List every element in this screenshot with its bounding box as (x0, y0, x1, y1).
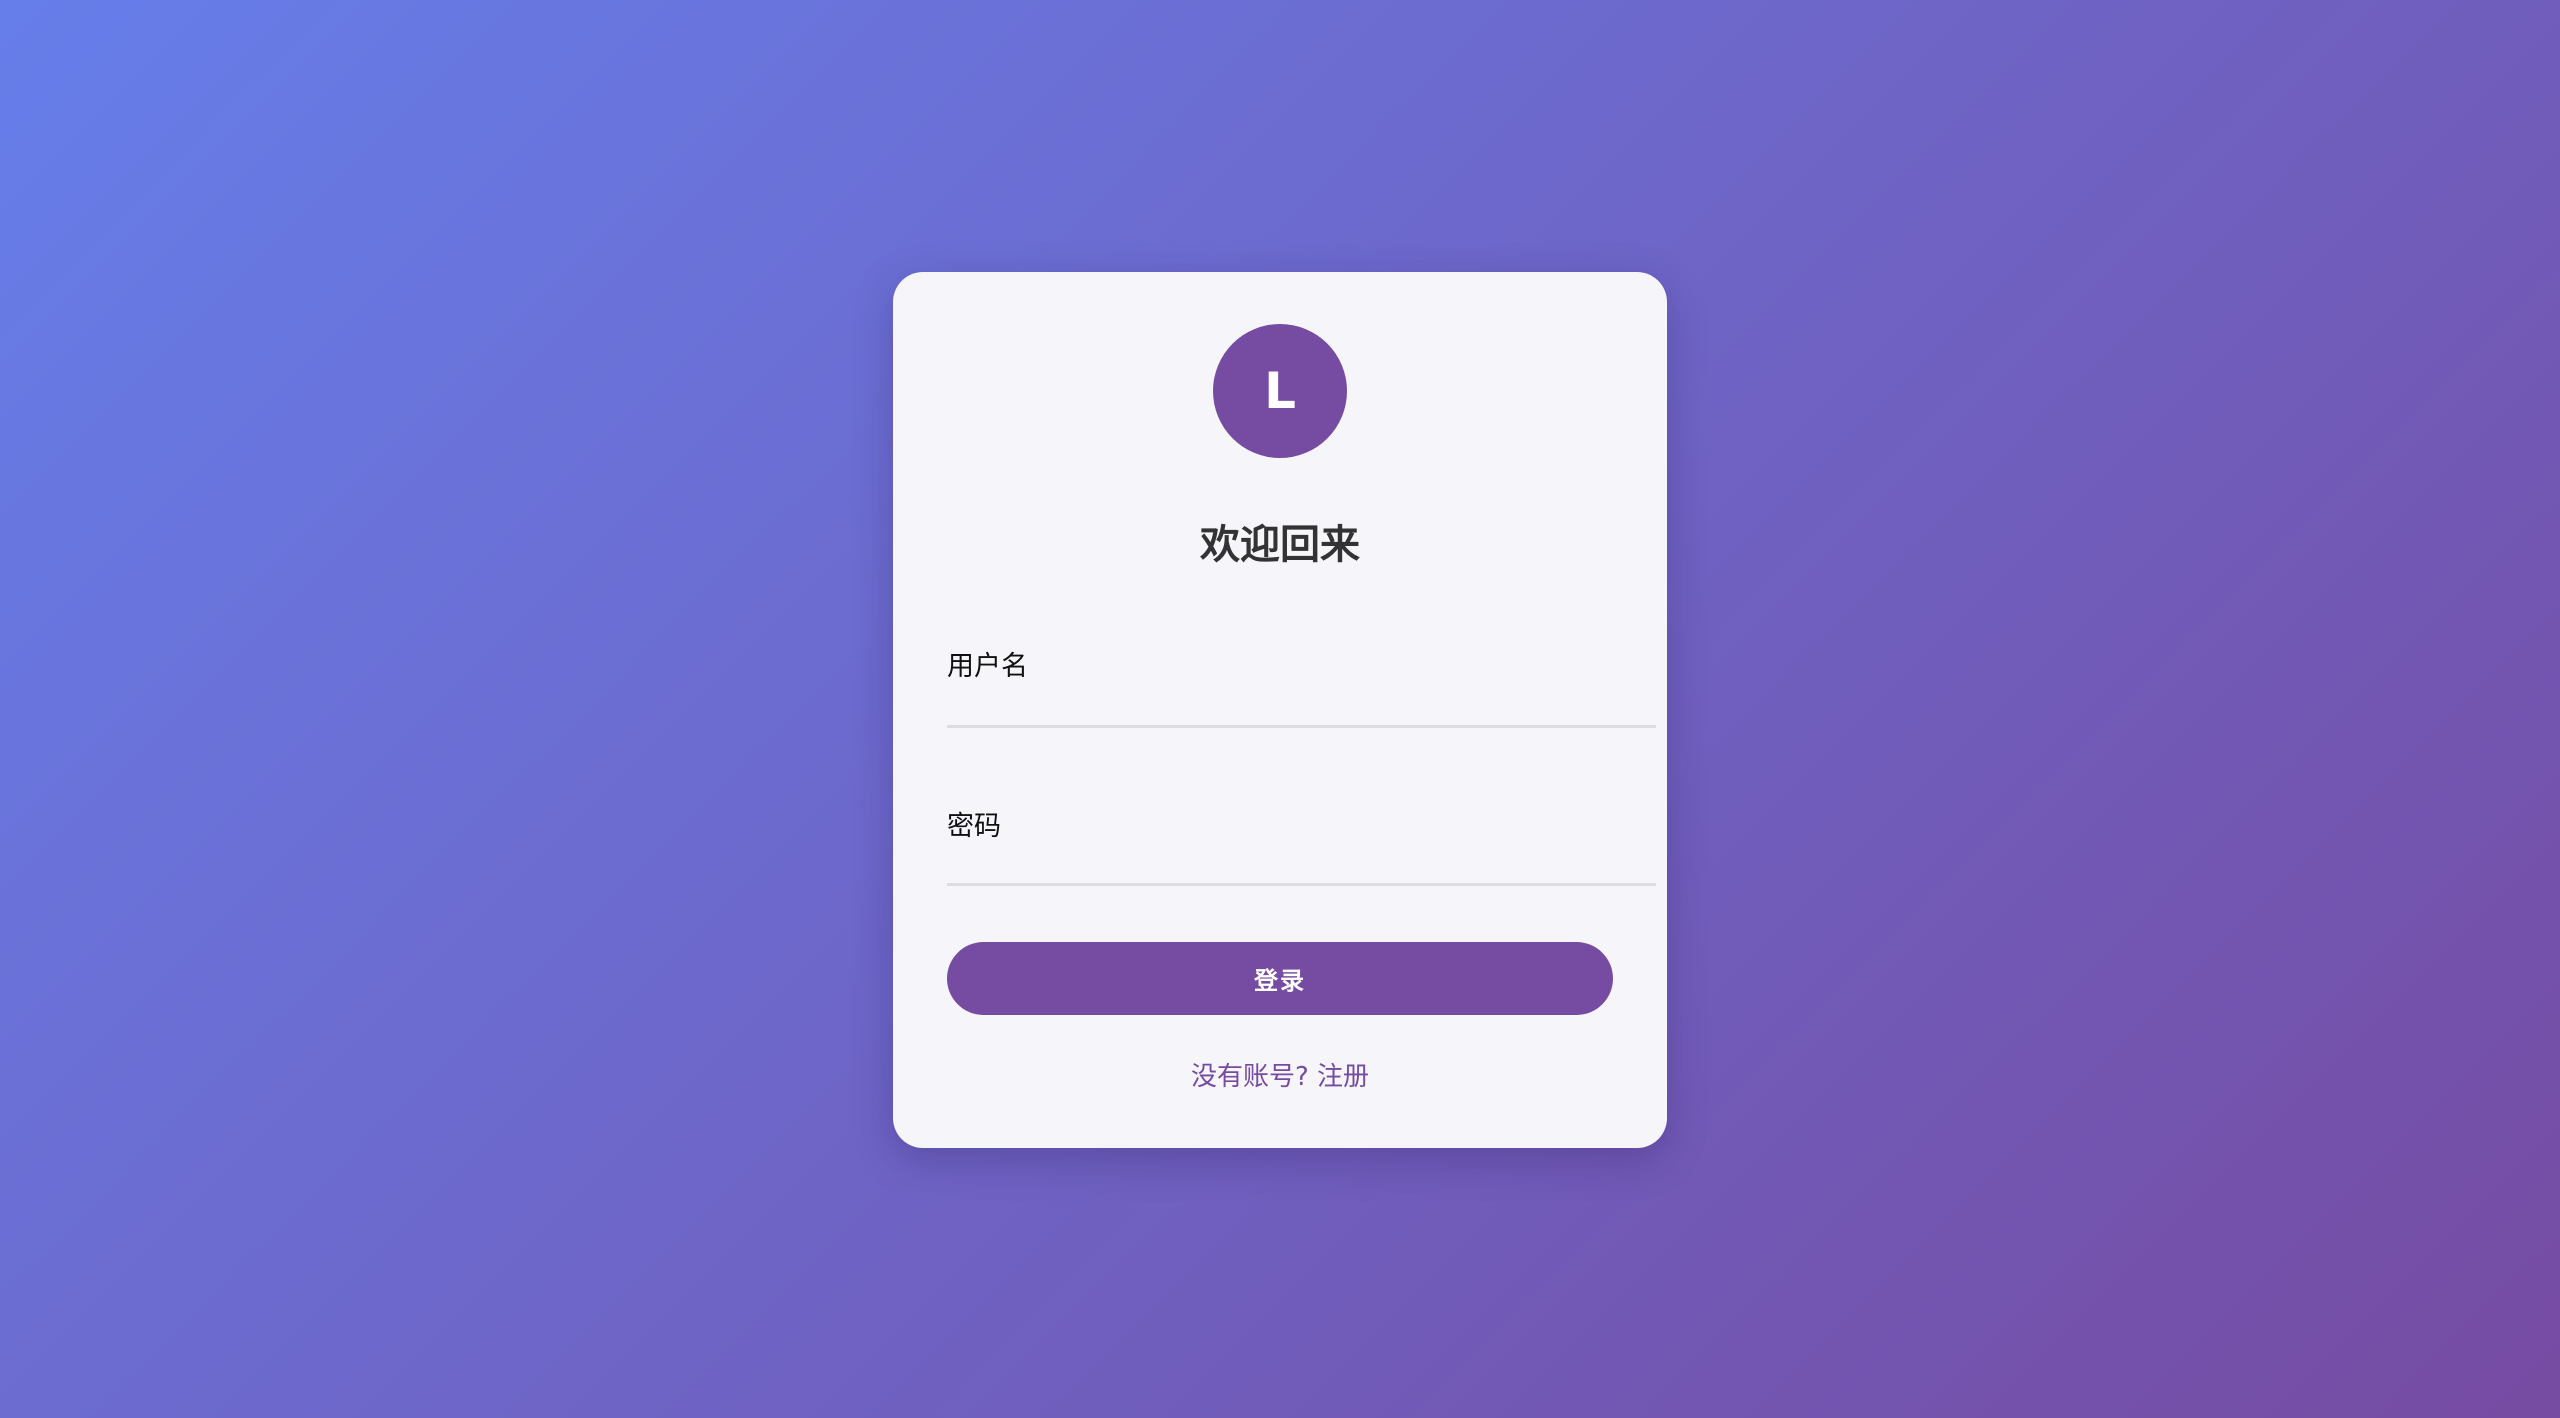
register-prompt-text: 没有账号? (1190, 1062, 1318, 1092)
login-card: L 欢迎回来 用户名 密码 登录 没有账号? 注册 (893, 272, 1667, 1148)
avatar-letter: L (1264, 362, 1296, 420)
register-prompt: 没有账号? 注册 (893, 1056, 1667, 1093)
page-title: 欢迎回来 (1200, 522, 1360, 568)
register-link[interactable]: 注册 (1317, 1062, 1369, 1092)
logo-avatar: L (1213, 324, 1347, 458)
password-input[interactable] (947, 830, 1656, 886)
login-button[interactable]: 登录 (947, 942, 1613, 1015)
username-input[interactable] (947, 672, 1656, 728)
